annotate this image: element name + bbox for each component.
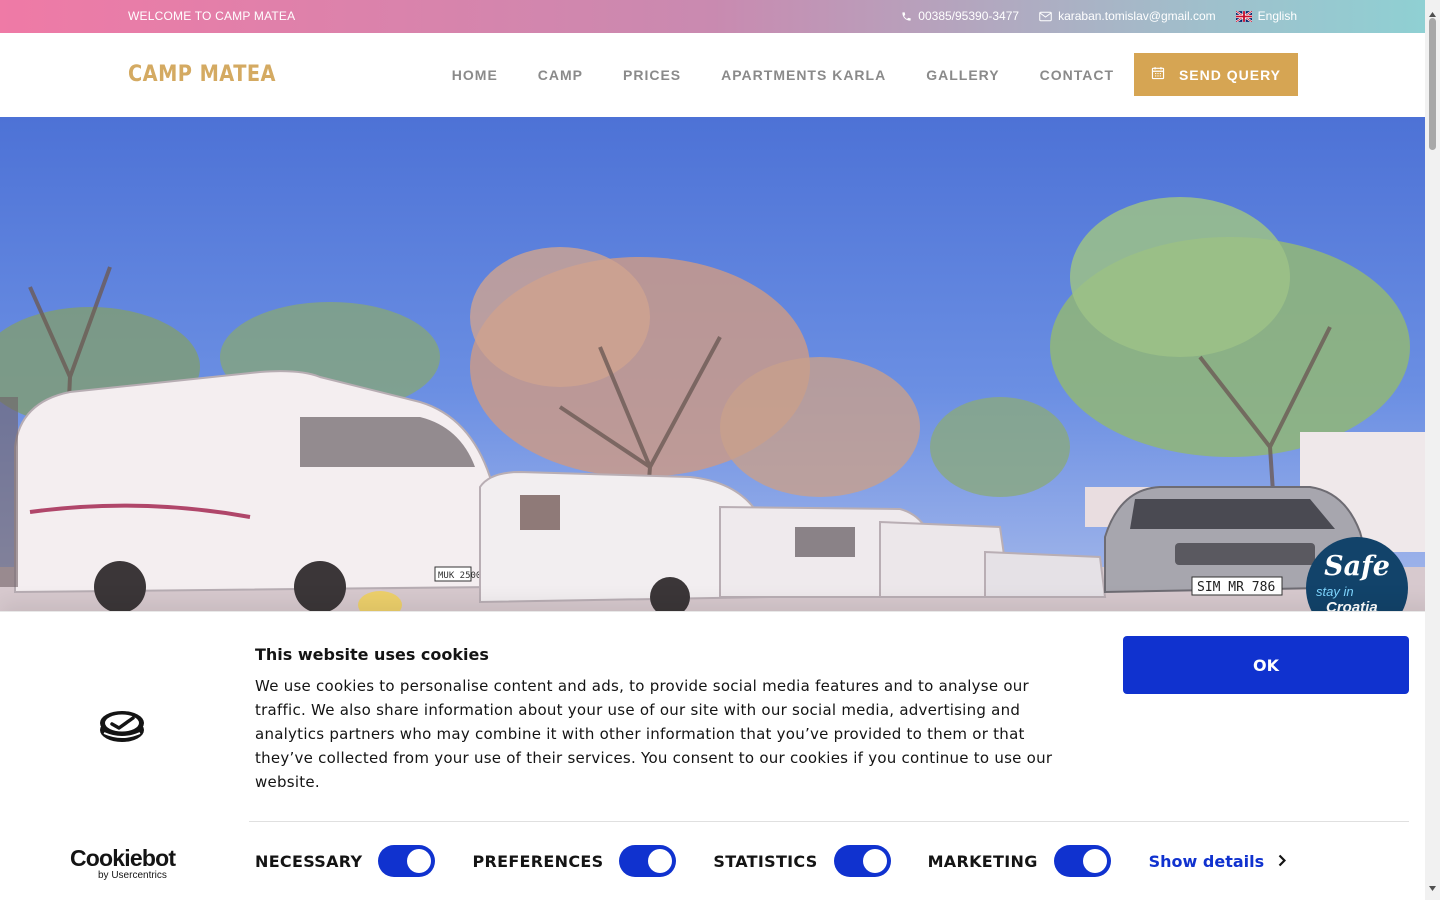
chevron-right-icon (1278, 852, 1287, 871)
cookiebot-brand[interactable]: Cookiebot by Usercentrics (70, 845, 176, 881)
show-details-label: Show details (1148, 851, 1265, 871)
toggle-marketing: MARKETING (928, 845, 1111, 877)
send-query-button[interactable]: SEND QUERY (1134, 53, 1298, 96)
top-bar: WELCOME TO CAMP MATEA 00385/95390-3477 k… (0, 0, 1425, 33)
toggle-statistics-label: STATISTICS (713, 851, 818, 871)
toggle-statistics: STATISTICS (713, 845, 891, 877)
cookie-banner: This website uses cookies We use cookies… (0, 611, 1440, 900)
email-link[interactable]: karaban.tomislav@gmail.com (1039, 9, 1216, 23)
site-logo[interactable]: CAMP MATEA (128, 62, 276, 87)
toggle-necessary-label: NECESSARY (255, 851, 363, 871)
hero-image: MUK 2500 SIM MR 786 (0, 117, 1425, 617)
badge-safe: Safe (1324, 551, 1390, 582)
badge-stay-in: stay in (1316, 584, 1354, 599)
nav-contact[interactable]: CONTACT (1040, 67, 1114, 83)
language-label: English (1257, 9, 1297, 23)
welcome-text: WELCOME TO CAMP MATEA (128, 9, 296, 23)
language-selector[interactable]: English (1235, 9, 1297, 23)
nav-prices[interactable]: PRICES (623, 67, 681, 83)
cookie-divider (249, 821, 1409, 822)
nav-gallery[interactable]: GALLERY (926, 67, 999, 83)
show-details-link[interactable]: Show details (1149, 852, 1287, 871)
cookiebot-logo-icon (98, 708, 146, 749)
toggle-preferences: PREFERENCES (472, 845, 677, 877)
nav-home[interactable]: HOME (452, 67, 498, 83)
cookie-consent-toggles: NECESSARY PREFERENCES STATISTICS MARKETI… (255, 845, 1287, 877)
toggle-marketing-switch[interactable] (1053, 845, 1111, 877)
calendar-icon (1151, 66, 1165, 83)
toggle-statistics-switch[interactable] (833, 845, 891, 877)
toggle-necessary: NECESSARY (255, 845, 436, 877)
campsite-photo: MUK 2500 SIM MR 786 (0, 117, 1425, 617)
site-header: CAMP MATEA HOME CAMP PRICES APARTMENTS K… (0, 33, 1425, 117)
cookiebot-name: Cookiebot (70, 845, 176, 871)
top-bar-contacts: 00385/95390-3477 karaban.tomislav@gmail.… (901, 9, 1297, 23)
send-query-label: SEND QUERY (1178, 66, 1282, 83)
cookie-ok-button[interactable]: OK (1123, 636, 1409, 694)
toggle-preferences-label: PREFERENCES (472, 851, 604, 871)
nav-camp[interactable]: CAMP (538, 67, 583, 83)
scrollbar-thumb[interactable] (1429, 18, 1436, 150)
toggle-marketing-label: MARKETING (927, 851, 1038, 871)
toggle-necessary-switch[interactable] (378, 845, 436, 877)
scroll-down-arrow-icon[interactable] (1429, 878, 1436, 896)
uk-flag-icon (1235, 10, 1252, 22)
page-scrollbar[interactable] (1425, 0, 1440, 900)
phone-icon (901, 11, 912, 22)
cookie-description: We use cookies to personalise content an… (255, 677, 1053, 791)
email-address: karaban.tomislav@gmail.com (1058, 9, 1216, 23)
toggle-preferences-switch[interactable] (619, 845, 677, 877)
phone-link[interactable]: 00385/95390-3477 (901, 9, 1019, 23)
main-nav: HOME CAMP PRICES APARTMENTS KARLA GALLER… (452, 67, 1114, 83)
cookie-title: This website uses cookies (255, 645, 489, 664)
car-license-plate: SIM MR 786 (1197, 580, 1275, 595)
cookiebot-by: by Usercentrics (98, 870, 167, 881)
envelope-icon (1039, 11, 1052, 22)
nav-apartments-karla[interactable]: APARTMENTS KARLA (721, 67, 886, 83)
phone-number: 00385/95390-3477 (918, 9, 1020, 23)
rv-license-plate: MUK 2500 (438, 571, 481, 581)
